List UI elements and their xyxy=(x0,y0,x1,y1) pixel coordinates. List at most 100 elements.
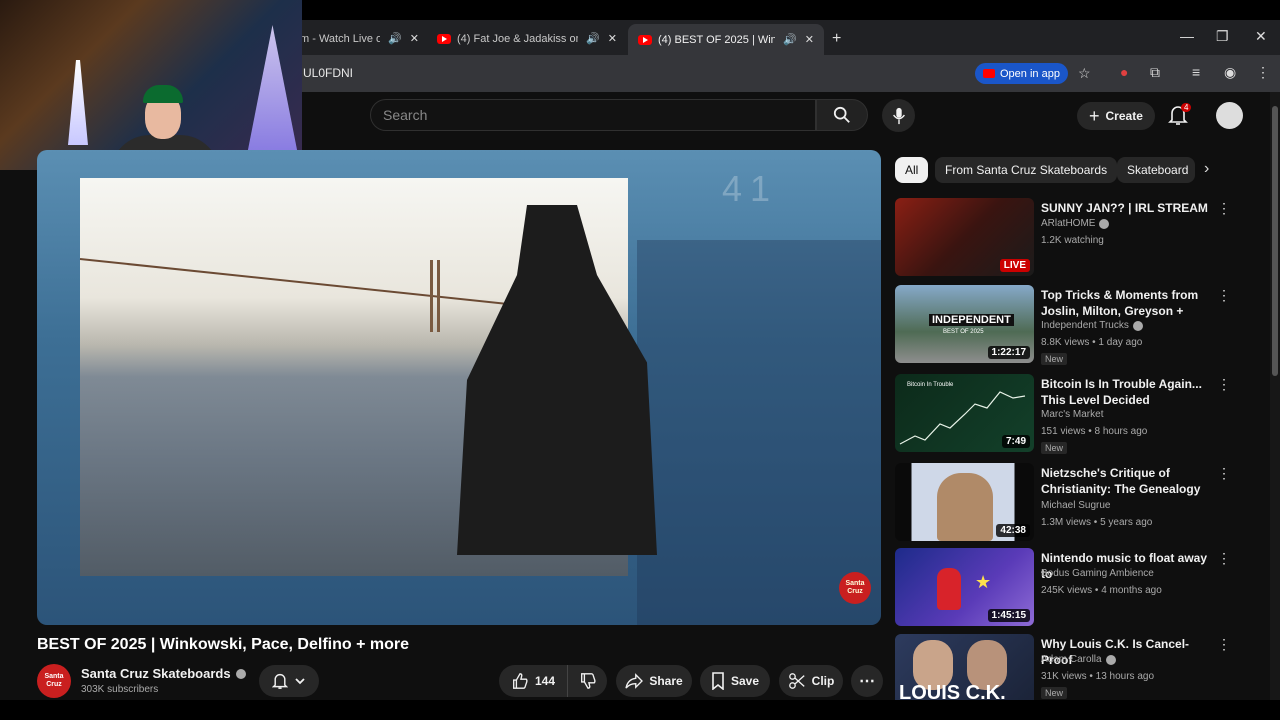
video-title: BEST OF 2025 | Winkowski, Pace, Delfino … xyxy=(37,636,410,653)
close-tab-icon[interactable]: ✕ xyxy=(410,32,419,45)
video-player[interactable]: 41 Santa Cruz xyxy=(37,150,881,625)
search-button[interactable] xyxy=(816,99,868,131)
overlay-number: 41 xyxy=(722,168,779,209)
page-scrollbar[interactable] xyxy=(1270,92,1280,700)
mario-figure xyxy=(937,568,961,610)
tab-title: (4) BEST OF 2025 | Winkow xyxy=(658,33,776,46)
lecturer-figure xyxy=(937,473,993,541)
close-tab-icon[interactable]: ✕ xyxy=(805,33,814,46)
recommendation-item[interactable]: LOUIS C.K. Why Louis C.K. Is Cancel-Proo… xyxy=(895,634,1255,700)
recommendation-item[interactable]: ★ 1:45:15 Nintendo music to float away t… xyxy=(895,548,1255,628)
scrollbar-thumb[interactable] xyxy=(1272,106,1278,376)
more-options-icon[interactable]: ⋮ xyxy=(1217,200,1231,217)
santa-cruz-watermark: Santa Cruz xyxy=(839,572,871,604)
recommendation-title[interactable]: Nietzsche's Critique of Christianity: Th… xyxy=(1041,465,1213,499)
channel-name-text: Santa Cruz Skateboards xyxy=(81,666,231,681)
save-button[interactable]: Save xyxy=(700,665,770,697)
more-options-icon[interactable]: ⋮ xyxy=(1217,287,1231,304)
url-text[interactable]: UL0FDNI xyxy=(303,66,353,80)
media-control-icon[interactable]: ≡ xyxy=(1192,64,1200,80)
like-count: 144 xyxy=(534,674,556,688)
bell-icon xyxy=(272,673,288,689)
voice-search-button[interactable] xyxy=(882,99,915,132)
chip-from-channel[interactable]: From Santa Cruz Skateboards xyxy=(935,157,1118,183)
recommendation-title[interactable]: Top Tricks & Moments from Joslin, Milton… xyxy=(1041,287,1213,321)
speaker-icon[interactable]: 🔊 xyxy=(586,32,600,45)
recommendation-channel[interactable]: Bodus Gaming Ambience xyxy=(1041,568,1154,579)
channel-avatar[interactable]: Santa Cruz xyxy=(37,664,71,698)
chip-all[interactable]: All xyxy=(895,157,929,183)
extension-icon[interactable]: ● xyxy=(1120,64,1128,80)
recommendation-channel[interactable]: Michael Sugrue xyxy=(1041,500,1110,511)
open-in-app-button[interactable]: Open in app xyxy=(975,63,1068,84)
extensions-puzzle-icon[interactable]: ⧉ xyxy=(1150,64,1160,81)
thumbnail[interactable]: Bitcoin In Trouble 7:49 xyxy=(895,374,1034,452)
open-in-app-label: Open in app xyxy=(1000,67,1060,80)
youtube-favicon-icon xyxy=(437,33,451,44)
more-horizontal-icon: ⋯ xyxy=(859,673,875,690)
speaker-icon[interactable]: 🔊 xyxy=(783,33,797,46)
channel-text: Bodus Gaming Ambience xyxy=(1041,568,1154,579)
bridge-cable xyxy=(79,258,548,310)
share-button[interactable]: Share xyxy=(616,665,692,697)
recommendation-title[interactable]: Bitcoin Is In Trouble Again... This Leve… xyxy=(1041,376,1213,410)
thumbnail[interactable]: INDEPENDENT BEST OF 2025 1:22:17 xyxy=(895,285,1034,363)
plus-icon: + xyxy=(1089,105,1100,126)
restore-button[interactable]: ❐ xyxy=(1216,28,1229,45)
close-tab-icon[interactable]: ✕ xyxy=(608,32,617,45)
chevron-down-icon xyxy=(295,678,305,685)
more-options-icon[interactable]: ⋮ xyxy=(1217,465,1231,482)
browser-tab-2[interactable]: (4) Fat Joe & Jadakiss on Sr 🔊 ✕ xyxy=(437,26,617,51)
more-actions-button[interactable]: ⋯ xyxy=(851,665,883,697)
account-avatar[interactable] xyxy=(1216,102,1243,129)
duration-badge: 1:45:15 xyxy=(987,609,1030,622)
speaker-icon[interactable]: 🔊 xyxy=(388,32,402,45)
new-badge: New xyxy=(1041,353,1068,365)
new-tab-button[interactable]: + xyxy=(832,26,841,51)
youtube-favicon-icon xyxy=(638,34,652,45)
thumbnail[interactable]: LIVE xyxy=(895,198,1034,276)
bookmark-icon xyxy=(712,672,724,690)
more-options-icon[interactable]: ⋮ xyxy=(1217,550,1231,567)
browser-menu-icon[interactable]: ⋮ xyxy=(1256,64,1270,81)
thumbnail-subtext: BEST OF 2025 xyxy=(943,329,984,335)
share-label: Share xyxy=(649,674,683,688)
minimize-button[interactable]: — xyxy=(1180,28,1194,44)
webcam-overlay xyxy=(0,0,302,170)
chevron-right-icon[interactable]: › xyxy=(1204,160,1209,178)
thumbs-up-icon xyxy=(513,673,528,689)
recommendation-item[interactable]: INDEPENDENT BEST OF 2025 1:22:17 Top Tri… xyxy=(895,285,1255,365)
browser-tab-1[interactable]: m - Watch Live on 🔊 ✕ xyxy=(300,26,420,51)
bookmark-star-icon[interactable]: ☆ xyxy=(1078,65,1091,82)
recommendation-meta: 245K views • 4 months ago xyxy=(1041,585,1162,596)
recommendation-item[interactable]: 42:38 Nietzsche's Critique of Christiani… xyxy=(895,463,1255,543)
close-window-button[interactable]: ✕ xyxy=(1255,28,1267,45)
recommendation-channel[interactable]: Adam Carolla xyxy=(1041,654,1116,665)
dislike-button[interactable] xyxy=(567,665,607,697)
subscribed-bell-button[interactable] xyxy=(259,665,319,697)
recommendation-item[interactable]: LIVE SUNNY JAN?? | IRL STREAM ARlatHOME … xyxy=(895,198,1255,278)
channel-text: Independent Trucks xyxy=(1041,320,1129,331)
clip-button[interactable]: Clip xyxy=(779,665,843,697)
more-options-icon[interactable]: ⋮ xyxy=(1217,636,1231,653)
browser-tab-active[interactable]: (4) BEST OF 2025 | Winkow 🔊 ✕ xyxy=(628,24,824,55)
thumbnail[interactable]: 42:38 xyxy=(895,463,1034,541)
like-button[interactable]: 144 xyxy=(499,665,567,697)
new-badge: New xyxy=(1041,687,1068,699)
thumbnail[interactable]: ★ 1:45:15 xyxy=(895,548,1034,626)
verified-icon xyxy=(1099,218,1110,229)
recommendation-item[interactable]: Bitcoin In Trouble 7:49 Bitcoin Is In Tr… xyxy=(895,374,1255,454)
more-options-icon[interactable]: ⋮ xyxy=(1217,376,1231,393)
thumbnail[interactable]: LOUIS C.K. xyxy=(895,634,1034,700)
channel-name[interactable]: Santa Cruz Skateboards xyxy=(81,666,246,681)
duration-badge: 1:22:17 xyxy=(987,346,1030,359)
chip-skateboard[interactable]: Skateboard xyxy=(1117,157,1195,183)
profile-icon[interactable]: ◉ xyxy=(1224,64,1236,81)
search-input[interactable]: Search xyxy=(370,99,816,131)
bridge-tower xyxy=(430,260,433,332)
recommendation-channel[interactable]: ARlatHOME xyxy=(1041,218,1110,229)
recommendation-channel[interactable]: Independent Trucks xyxy=(1041,320,1143,331)
recommendation-channel[interactable]: Marc's Market xyxy=(1041,409,1103,420)
create-button[interactable]: + Create xyxy=(1077,102,1155,130)
recommendation-title[interactable]: SUNNY JAN?? | IRL STREAM xyxy=(1041,200,1213,216)
